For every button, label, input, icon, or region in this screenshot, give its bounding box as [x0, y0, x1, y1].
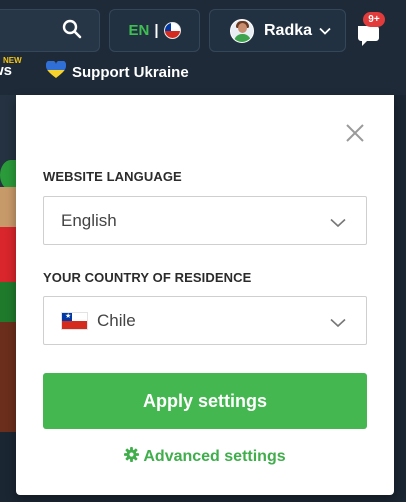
chevron-down-icon: [330, 313, 346, 333]
user-name: Radka: [264, 21, 313, 39]
search-icon: [62, 19, 82, 43]
nav-item-support-ukraine[interactable]: Support Ukraine: [46, 61, 189, 83]
avatar: [230, 18, 254, 43]
country-select[interactable]: ★ Chile: [43, 296, 367, 345]
notification-badge: 9+: [363, 12, 385, 27]
country-select-value: Chile: [97, 310, 136, 330]
apply-settings-button[interactable]: Apply settings: [43, 373, 367, 429]
notifications-button[interactable]: 9+: [355, 12, 395, 48]
country-label: YOUR COUNTRY OF RESIDENCE: [43, 270, 252, 285]
chevron-down-icon: [319, 22, 331, 40]
nav-ukraine-label: Support Ukraine: [72, 63, 189, 81]
gear-icon: [124, 447, 140, 467]
chile-flag-icon: [163, 22, 181, 39]
nav-item-news[interactable]: NEW ws: [0, 56, 22, 79]
top-header: EN | Radka 9+ NEW ws: [0, 0, 406, 95]
language-switcher[interactable]: EN |: [109, 9, 200, 52]
language-label: WEBSITE LANGUAGE: [43, 169, 182, 184]
advanced-settings-label: Advanced settings: [143, 448, 286, 465]
close-icon: [346, 124, 364, 146]
background-strip: [394, 95, 406, 502]
ukraine-heart-icon: [46, 61, 66, 83]
chevron-down-icon: [330, 213, 346, 233]
search-button[interactable]: [44, 10, 99, 51]
close-button[interactable]: [342, 122, 368, 148]
background-illustration: [0, 95, 16, 502]
language-separator: |: [154, 22, 159, 39]
language-code: EN: [128, 22, 150, 39]
chile-flag-icon: ★: [61, 311, 88, 330]
language-select-value: English: [61, 210, 117, 230]
new-tag: NEW: [3, 56, 22, 65]
notification-icon: [355, 26, 395, 52]
language-select[interactable]: English: [43, 196, 367, 245]
search-box: [0, 9, 100, 52]
user-menu-button[interactable]: Radka: [209, 9, 346, 52]
settings-panel: WEBSITE LANGUAGE English YOUR COUNTRY OF…: [16, 95, 394, 495]
advanced-settings-link[interactable]: Advanced settings: [16, 447, 394, 467]
search-input[interactable]: [0, 10, 44, 51]
